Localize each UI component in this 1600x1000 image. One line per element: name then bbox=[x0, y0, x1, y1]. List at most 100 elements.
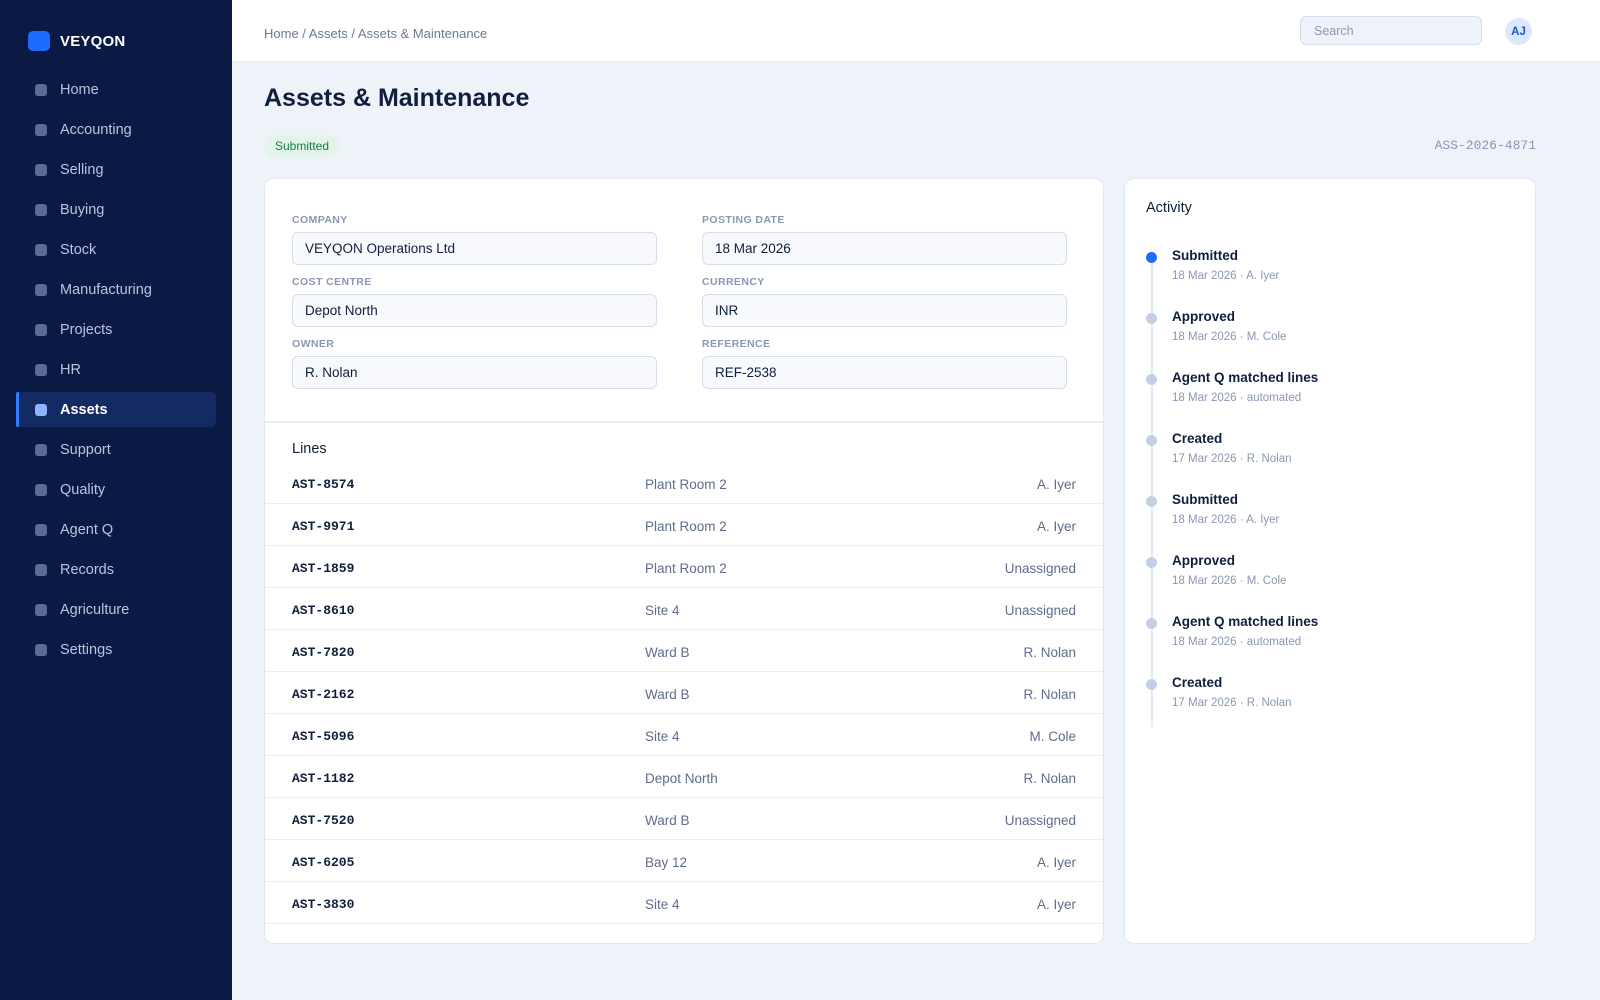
asset-owner: R. Nolan bbox=[1023, 645, 1076, 660]
sidebar-item-label: Records bbox=[60, 561, 114, 578]
sidebar-nav: Home Accounting Selling Buying Stock Manufact… bbox=[16, 72, 216, 672]
posting-date-field[interactable] bbox=[702, 232, 1067, 265]
table-row[interactable]: AST-7820 Ward B R. Nolan bbox=[265, 630, 1103, 672]
sidebar-item-settings[interactable]: Settings bbox=[16, 632, 216, 667]
asset-owner: Unassigned bbox=[1004, 813, 1076, 828]
reference-field[interactable] bbox=[702, 356, 1067, 389]
asset-location: Plant Room 2 bbox=[645, 477, 727, 492]
reference-label: REFERENCE bbox=[702, 338, 771, 350]
sidebar-item-selling[interactable]: Selling bbox=[16, 152, 216, 187]
asset-location: Bay 12 bbox=[645, 855, 688, 870]
activity-label: Created bbox=[1172, 431, 1223, 446]
activity-item: Agent Q matched lines 18 Mar 2026 · autom… bbox=[1146, 370, 1516, 420]
timeline-dot-icon bbox=[1146, 252, 1157, 263]
nav-square-icon bbox=[35, 523, 47, 536]
sidebar-item-assets[interactable]: Assets bbox=[16, 392, 216, 427]
cost-centre-label: COST CENTRE bbox=[292, 276, 372, 288]
nav-square-icon bbox=[35, 203, 47, 216]
sidebar-item-buying[interactable]: Buying bbox=[16, 192, 216, 227]
asset-location: Plant Room 2 bbox=[645, 561, 727, 576]
activity-meta: 18 Mar 2026 · A. Iyer bbox=[1172, 514, 1280, 526]
sidebar-item-agent-q[interactable]: Agent Q bbox=[16, 512, 216, 547]
asset-owner: R. Nolan bbox=[1023, 771, 1076, 786]
brand[interactable]: VEYQON bbox=[28, 31, 125, 51]
sidebar-item-stock[interactable]: Stock bbox=[16, 232, 216, 267]
activity-item: Agent Q matched lines 18 Mar 2026 · autom… bbox=[1146, 614, 1516, 664]
activity-title: Activity bbox=[1146, 200, 1192, 216]
asset-code: AST-1182 bbox=[292, 771, 355, 786]
cost-centre-field[interactable] bbox=[292, 294, 657, 327]
asset-owner: R. Nolan bbox=[1023, 687, 1076, 702]
document-form-card: COMPANY POSTING DATE COST CENTRE CURRENC… bbox=[264, 178, 1104, 944]
company-label: COMPANY bbox=[292, 214, 348, 226]
currency-field[interactable] bbox=[702, 294, 1067, 327]
table-row[interactable]: AST-8610 Site 4 Unassigned bbox=[265, 588, 1103, 630]
sidebar-item-quality[interactable]: Quality bbox=[16, 472, 216, 507]
asset-location: Ward B bbox=[645, 687, 690, 702]
sidebar-item-records[interactable]: Records bbox=[16, 552, 216, 587]
activity-label: Agent Q matched lines bbox=[1172, 370, 1319, 385]
timeline-dot-icon bbox=[1146, 435, 1157, 446]
sidebar-item-label: Projects bbox=[60, 321, 113, 338]
status-badge: Submitted bbox=[264, 135, 341, 157]
sidebar-item-home[interactable]: Home bbox=[16, 72, 216, 107]
sidebar-item-manufacturing[interactable]: Manufacturing bbox=[16, 272, 216, 307]
asset-code: AST-7520 bbox=[292, 813, 355, 828]
posting-date-label: POSTING DATE bbox=[702, 214, 785, 226]
table-row[interactable]: AST-2162 Ward B R. Nolan bbox=[265, 672, 1103, 714]
sidebar-item-accounting[interactable]: Accounting bbox=[16, 112, 216, 147]
activity-item: Approved 18 Mar 2026 · M. Cole bbox=[1146, 553, 1516, 603]
table-row[interactable]: AST-8574 Plant Room 2 A. Iyer bbox=[265, 462, 1103, 504]
lines-title: Lines bbox=[292, 441, 327, 457]
sidebar-item-support[interactable]: Support bbox=[16, 432, 216, 467]
asset-code: AST-9971 bbox=[292, 519, 355, 534]
activity-meta: 18 Mar 2026 · M. Cole bbox=[1172, 331, 1287, 343]
owner-label: OWNER bbox=[292, 338, 335, 350]
activity-meta: 17 Mar 2026 · R. Nolan bbox=[1172, 453, 1292, 465]
sidebar: VEYQON Home Accounting Selling Buying Stock M… bbox=[0, 0, 232, 1000]
activity-label: Submitted bbox=[1172, 248, 1238, 263]
asset-code: AST-8610 bbox=[292, 603, 355, 618]
asset-code: AST-5096 bbox=[292, 729, 355, 744]
section-divider bbox=[265, 421, 1103, 423]
asset-owner: A. Iyer bbox=[1036, 855, 1076, 870]
sidebar-item-agriculture[interactable]: Agriculture bbox=[16, 592, 216, 627]
sidebar-item-label: Agent Q bbox=[60, 521, 114, 538]
activity-item: Created 17 Mar 2026 · R. Nolan bbox=[1146, 675, 1516, 725]
topbar: Home / Assets / Assets & Maintenance AJ bbox=[232, 0, 1600, 62]
avatar[interactable]: AJ bbox=[1505, 18, 1532, 45]
activity-label: Approved bbox=[1172, 309, 1236, 324]
asset-location: Ward B bbox=[645, 813, 690, 828]
sidebar-item-projects[interactable]: Projects bbox=[16, 312, 216, 347]
table-row[interactable]: AST-7520 Ward B Unassigned bbox=[265, 798, 1103, 840]
asset-code: AST-3830 bbox=[292, 897, 355, 912]
asset-code: AST-7820 bbox=[292, 645, 355, 660]
nav-square-icon bbox=[35, 603, 47, 616]
nav-square-icon bbox=[35, 563, 47, 576]
table-row[interactable]: AST-1182 Depot North R. Nolan bbox=[265, 756, 1103, 798]
activity-label: Approved bbox=[1172, 553, 1236, 568]
nav-square-icon bbox=[35, 163, 47, 176]
table-row[interactable]: AST-5096 Site 4 M. Cole bbox=[265, 714, 1103, 756]
currency-label: CURRENCY bbox=[702, 276, 765, 288]
table-row[interactable]: AST-1859 Plant Room 2 Unassigned bbox=[265, 546, 1103, 588]
timeline-dot-icon bbox=[1146, 496, 1157, 507]
sidebar-item-label: Home bbox=[60, 81, 99, 98]
search-input[interactable] bbox=[1300, 16, 1482, 45]
sidebar-item-label: Accounting bbox=[60, 121, 132, 138]
company-field[interactable] bbox=[292, 232, 657, 265]
sidebar-item-hr[interactable]: HR bbox=[16, 352, 216, 387]
activity-meta: 18 Mar 2026 · M. Cole bbox=[1172, 575, 1287, 587]
breadcrumb[interactable]: Home / Assets / Assets & Maintenance bbox=[264, 26, 487, 41]
asset-code: AST-8574 bbox=[292, 477, 355, 492]
sidebar-item-label: HR bbox=[60, 361, 81, 378]
table-row[interactable]: AST-6205 Bay 12 A. Iyer bbox=[265, 840, 1103, 882]
table-row[interactable]: AST-9971 Plant Room 2 A. Iyer bbox=[265, 504, 1103, 546]
nav-square-icon bbox=[35, 363, 47, 376]
activity-meta: 18 Mar 2026 · automated bbox=[1172, 636, 1302, 648]
table-row[interactable]: AST-3830 Site 4 A. Iyer bbox=[265, 882, 1103, 924]
sidebar-item-label: Agriculture bbox=[60, 601, 130, 618]
nav-square-icon bbox=[35, 83, 47, 96]
owner-field[interactable] bbox=[292, 356, 657, 389]
activity-item: Submitted 18 Mar 2026 · A. Iyer bbox=[1146, 492, 1516, 542]
